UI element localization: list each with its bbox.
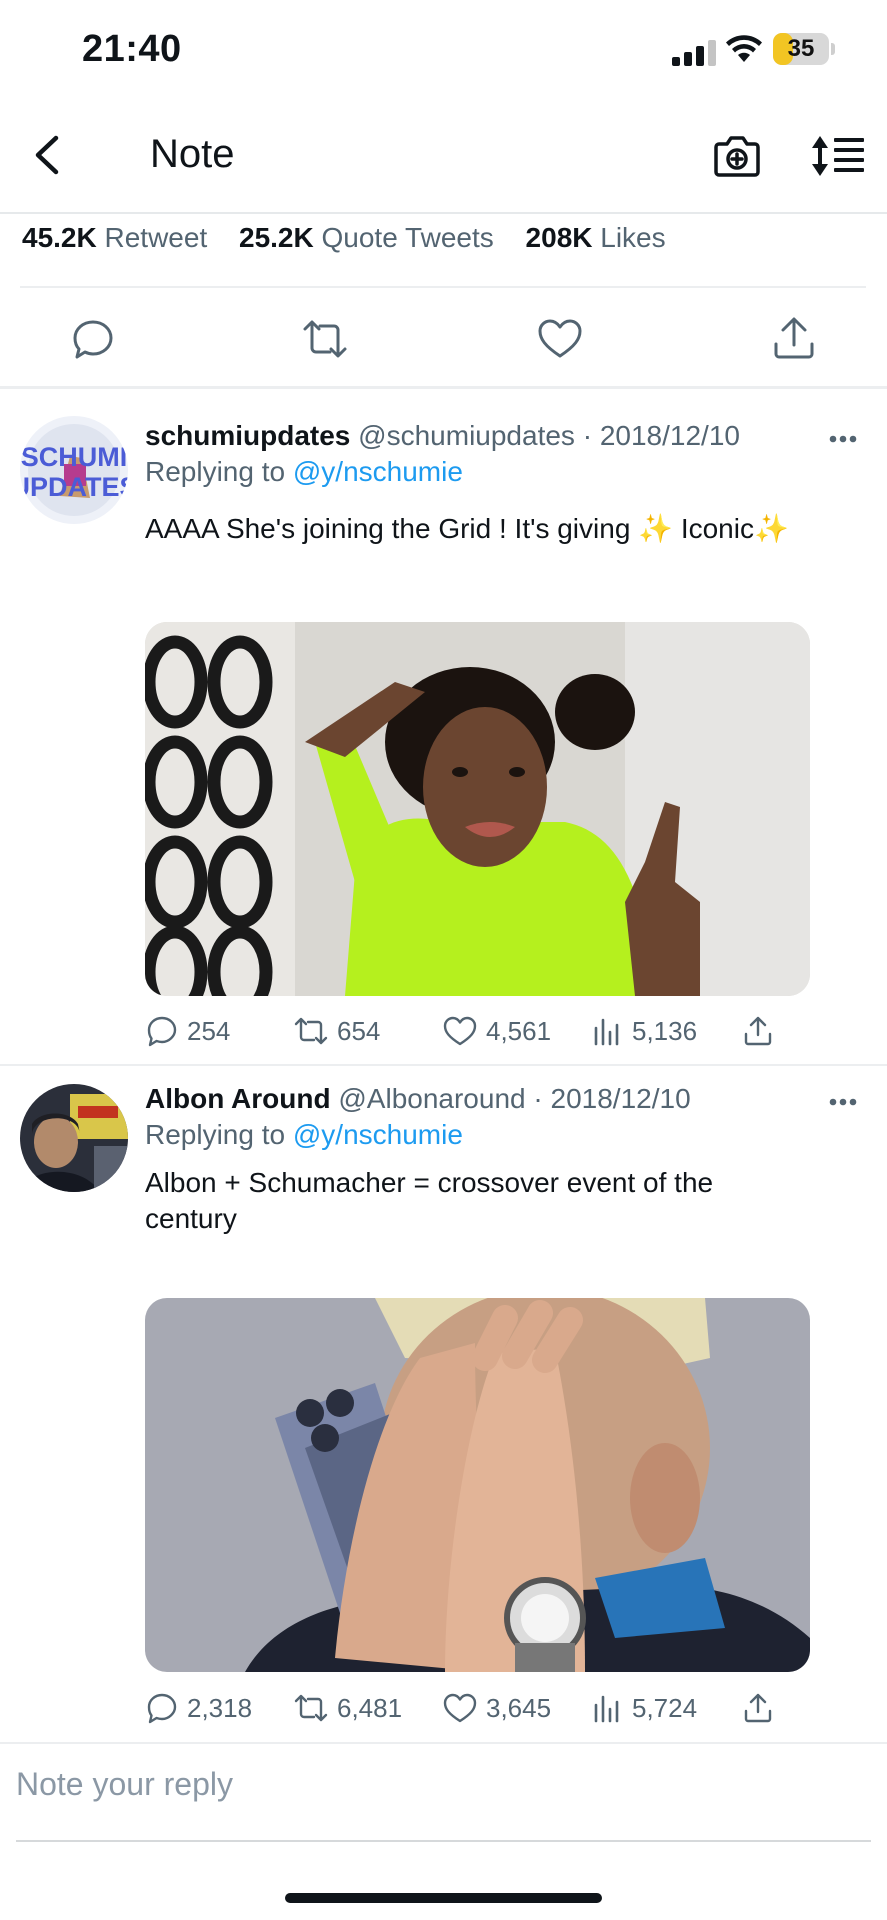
like-action[interactable]: 4,561 [442, 1011, 551, 1051]
tweet-action-bar: 2,318 6,481 3,645 5,724 [145, 1688, 785, 1728]
retweet-action[interactable]: 654 [293, 1011, 380, 1051]
tweet-header: Albon Around @Albonaround · 2018/12/10 [145, 1083, 691, 1115]
reply-action[interactable]: 2,318 [145, 1688, 252, 1728]
divider [20, 286, 866, 288]
retweet-action[interactable]: 6,481 [293, 1688, 402, 1728]
quotes-count: 25.2K [239, 222, 314, 253]
views-action[interactable]: 5,724 [592, 1688, 697, 1728]
tweet-header: schumiupdates @schumiupdates · 2018/12/1… [145, 420, 740, 452]
home-indicator[interactable] [285, 1893, 602, 1903]
view-count: 5,136 [632, 1015, 698, 1046]
nav-bar: Note [0, 100, 887, 214]
tweet-date: 2018/12/10 [550, 1083, 691, 1114]
reply-icon[interactable] [68, 314, 118, 364]
reply-tweet[interactable]: Albon Around @Albonaround · 2018/12/10 R… [0, 1066, 887, 1742]
retweet-count: 6,481 [337, 1692, 403, 1723]
retweet-count: 654 [337, 1015, 381, 1046]
replying-to-prefix: Replying to [145, 1119, 286, 1150]
retweets-count: 45.2K [22, 222, 97, 253]
reply-tweet[interactable]: SCHUMI UPDATES schumiupdates @schumiupda… [0, 389, 887, 1065]
retweet-icon[interactable] [300, 314, 350, 364]
tweet-image[interactable] [145, 1298, 810, 1672]
tweet-text: AAAA She's joining the Grid ! It's givin… [145, 513, 789, 544]
author-handle[interactable]: @Albonaround [338, 1083, 525, 1114]
replying-to: Replying to @y/nschumie [145, 456, 463, 488]
meta-separator: · [533, 1083, 543, 1114]
author-handle[interactable]: @schumiupdates [358, 420, 575, 451]
like-icon [443, 1016, 477, 1046]
status-bar: 21:40 35 [0, 0, 887, 100]
tweet-action-bar: 254 654 4,561 5,136 [145, 1011, 785, 1051]
sort-icon[interactable] [810, 134, 866, 178]
share-icon[interactable] [769, 314, 819, 364]
avatar-text-line-2: UPDATES [20, 472, 128, 502]
avatar-text-line-1: SCHUMI [21, 442, 128, 472]
share-action[interactable] [742, 1011, 782, 1051]
retweet-icon [294, 1694, 328, 1722]
tweet-date: 2018/12/10 [599, 420, 740, 451]
reply-count: 254 [187, 1015, 231, 1046]
reply-icon [147, 1693, 177, 1724]
reply-action[interactable]: 254 [145, 1011, 230, 1051]
likes-count: 208K [525, 222, 593, 253]
back-chevron-icon[interactable] [24, 130, 74, 180]
tweet-image[interactable] [145, 622, 810, 996]
share-action[interactable] [742, 1688, 782, 1728]
views-action[interactable]: 5,136 [592, 1011, 697, 1051]
like-action[interactable]: 3,645 [442, 1688, 551, 1728]
replying-to-mention[interactable]: @y/nschumie [293, 1119, 463, 1150]
retweet-icon [294, 1017, 328, 1045]
wifi-icon [726, 35, 762, 62]
reply-composer [0, 1742, 887, 1842]
avatar[interactable]: SCHUMI UPDATES [20, 416, 128, 524]
battery-nub [831, 43, 835, 55]
more-options-icon[interactable] [828, 1097, 858, 1107]
battery-percentage: 35 [787, 35, 815, 62]
replying-to-prefix: Replying to [145, 456, 286, 487]
like-icon[interactable] [535, 314, 585, 364]
status-time: 21:40 [82, 28, 182, 70]
avatar[interactable] [20, 1084, 128, 1192]
retweets-label[interactable]: Retweet [105, 222, 208, 253]
reply-input[interactable] [16, 1766, 866, 1803]
reply-underline [16, 1840, 871, 1842]
page-title: Note [150, 132, 235, 176]
author-name[interactable]: Albon Around [145, 1083, 331, 1114]
tweet-stats: 45.2K Retweet 25.2K Quote Tweets 208K Li… [22, 222, 690, 254]
author-name[interactable]: schumiupdates [145, 420, 350, 451]
replying-to: Replying to @y/nschumie [145, 1119, 463, 1151]
like-icon [443, 1693, 477, 1723]
main-tweet-actions [0, 300, 887, 386]
tweet-text: Albon + Schumacher = crossover event of … [145, 1167, 714, 1234]
share-icon [744, 1016, 772, 1046]
views-icon [594, 1695, 619, 1723]
replying-to-mention[interactable]: @y/nschumie [293, 456, 463, 487]
likes-label[interactable]: Likes [600, 222, 665, 253]
views-icon [594, 1018, 619, 1046]
meta-separator: · [582, 420, 593, 451]
more-options-icon[interactable] [828, 434, 858, 444]
reply-icon [147, 1016, 177, 1047]
share-icon [744, 1693, 772, 1723]
signal-icon [672, 40, 716, 66]
quotes-label[interactable]: Quote Tweets [322, 222, 494, 253]
reply-count: 2,318 [187, 1692, 253, 1723]
like-count: 4,561 [486, 1015, 552, 1046]
battery-icon: 35 [773, 33, 829, 65]
view-count: 5,724 [632, 1692, 698, 1723]
camera-icon[interactable] [713, 132, 761, 178]
like-count: 3,645 [486, 1692, 552, 1723]
